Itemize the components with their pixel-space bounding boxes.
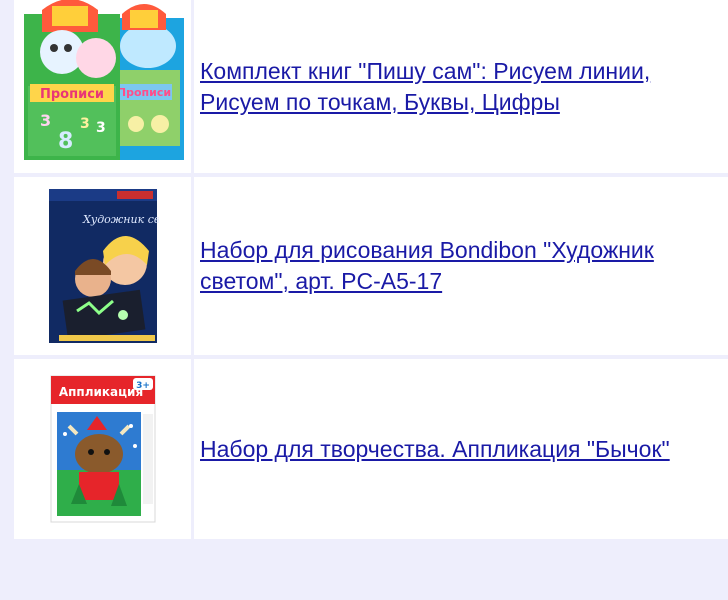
set-title: Художник светом — [82, 213, 159, 226]
product-row: Художник светом Набор для рисования Bond… — [0, 177, 728, 355]
product-title-cell: Набор для рисования Bondibon "Художник с… — [194, 177, 728, 355]
book2-title: Прописи — [116, 86, 170, 99]
book1-title: Прописи — [39, 87, 103, 102]
product-image-workbooks[interactable]: Прописи Прописи 3 8 3 3 — [18, 0, 188, 162]
product-list: Прописи Прописи 3 8 3 3 Комплект книг "П… — [0, 0, 728, 539]
footer-area — [0, 545, 728, 600]
svg-text:3: 3 — [80, 116, 90, 132]
product-title-link[interactable]: Комплект книг "Пишу сам": Рисуем линии, … — [200, 56, 718, 118]
product-row: Аппликация 3+ Набор для творчества. Аппл… — [0, 359, 728, 539]
product-thumbnail-cell[interactable]: Аппликация 3+ — [14, 359, 191, 539]
product-thumbnail-cell[interactable]: Прописи Прописи 3 8 3 3 — [14, 0, 191, 173]
set-title: Аппликация — [58, 385, 142, 399]
product-image-applique-set[interactable]: Аппликация 3+ — [49, 374, 157, 524]
product-title-link[interactable]: Набор для рисования Bondibon "Художник с… — [200, 235, 718, 297]
product-title-link[interactable]: Набор для творчества. Аппликация "Бычок" — [200, 434, 670, 465]
svg-text:8: 8 — [58, 129, 73, 154]
svg-text:3: 3 — [40, 111, 51, 130]
product-thumbnail-cell[interactable]: Художник светом — [14, 177, 191, 355]
product-image-light-drawing-set[interactable]: Художник светом — [47, 185, 159, 347]
svg-text:3: 3 — [96, 120, 106, 136]
age-badge: 3+ — [136, 381, 150, 391]
product-title-cell: Набор для творчества. Аппликация "Бычок" — [194, 359, 728, 539]
product-title-cell: Комплект книг "Пишу сам": Рисуем линии, … — [194, 0, 728, 173]
product-row: Прописи Прописи 3 8 3 3 Комплект книг "П… — [0, 0, 728, 173]
